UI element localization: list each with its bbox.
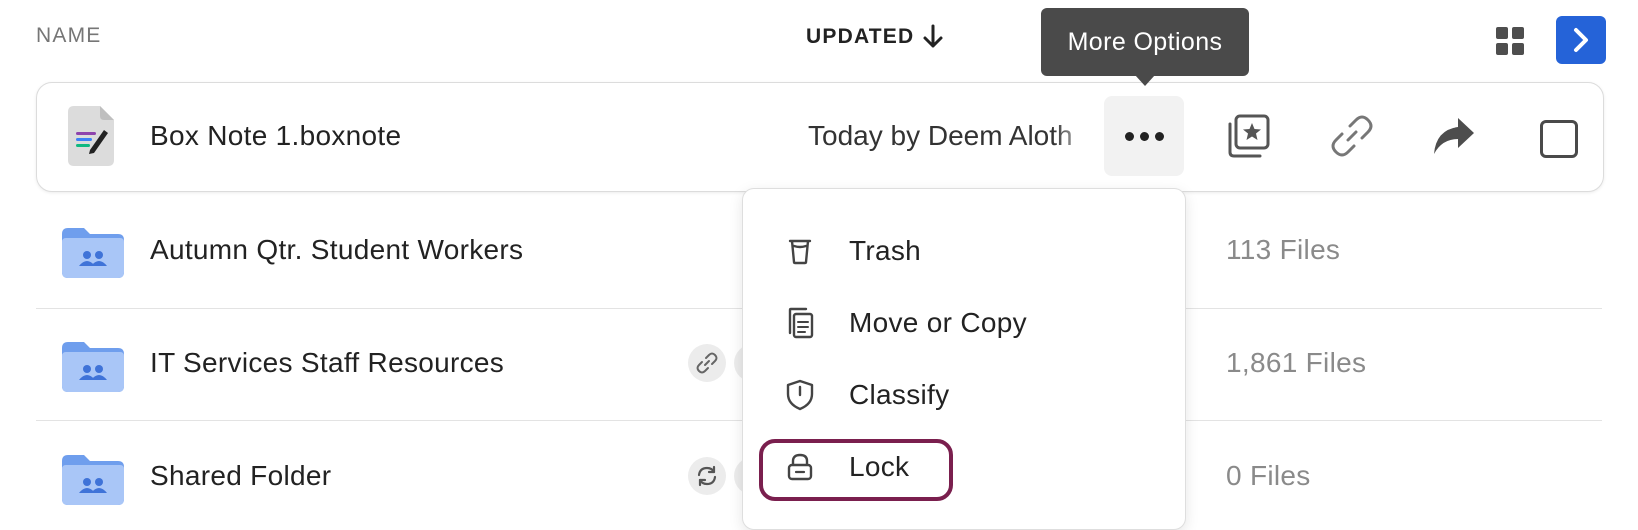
menu-item-label: Lock bbox=[849, 451, 910, 482]
collab-folder-icon bbox=[62, 342, 124, 397]
column-header-updated-label: UPDATED bbox=[806, 25, 915, 48]
menu-item-move-copy[interactable]: Move or Copy bbox=[743, 295, 1185, 351]
menu-item-lock[interactable]: Lock bbox=[743, 439, 1185, 495]
menu-item-trash[interactable]: Trash bbox=[743, 223, 1185, 279]
shield-icon bbox=[783, 378, 817, 412]
item-size: 1,861 Files bbox=[1226, 347, 1367, 378]
boxnote-file-icon bbox=[68, 106, 116, 171]
menu-item-label: Trash bbox=[849, 235, 922, 266]
collections-icon[interactable] bbox=[1226, 114, 1270, 163]
menu-item-label: Move or Copy bbox=[849, 307, 1027, 338]
item-name[interactable]: IT Services Staff Resources bbox=[150, 347, 504, 379]
item-name[interactable]: Shared Folder bbox=[150, 460, 331, 492]
trash-icon bbox=[783, 234, 817, 268]
chevron-right-icon bbox=[1574, 28, 1588, 52]
share-icon[interactable] bbox=[1432, 116, 1476, 161]
sync-icon bbox=[688, 457, 726, 495]
lock-icon bbox=[783, 450, 817, 484]
collab-folder-icon bbox=[62, 455, 124, 510]
updated-text: Today by Deem Aloth bbox=[808, 120, 1073, 151]
menu-item-label: Classify bbox=[849, 379, 950, 410]
sidebar-toggle-button[interactable] bbox=[1556, 16, 1606, 64]
more-options-menu: Trash Move or Copy Classify Lock bbox=[742, 188, 1186, 530]
column-header-updated[interactable]: UPDATED bbox=[806, 24, 944, 50]
copy-link-icon[interactable] bbox=[1330, 114, 1374, 163]
copy-icon bbox=[783, 306, 817, 340]
more-options-button[interactable] bbox=[1104, 96, 1184, 176]
item-name[interactable]: Box Note 1.boxnote bbox=[150, 120, 401, 152]
tooltip-arrow bbox=[1135, 75, 1155, 86]
menu-item-classify[interactable]: Classify bbox=[743, 367, 1185, 423]
item-size: 113 Files bbox=[1226, 234, 1341, 265]
item-name[interactable]: Autumn Qtr. Student Workers bbox=[150, 234, 523, 266]
arrow-down-icon bbox=[923, 24, 943, 48]
select-checkbox[interactable] bbox=[1540, 120, 1578, 158]
shared-link-icon bbox=[688, 344, 726, 382]
collab-folder-icon bbox=[62, 228, 124, 283]
item-size: 0 Files bbox=[1226, 460, 1311, 491]
grid-view-icon[interactable] bbox=[1496, 27, 1524, 55]
more-options-tooltip: More Options bbox=[1041, 8, 1249, 76]
updated-info: Today by Deem Aloth bbox=[808, 120, 1094, 152]
column-header-name[interactable]: NAME bbox=[36, 24, 101, 48]
